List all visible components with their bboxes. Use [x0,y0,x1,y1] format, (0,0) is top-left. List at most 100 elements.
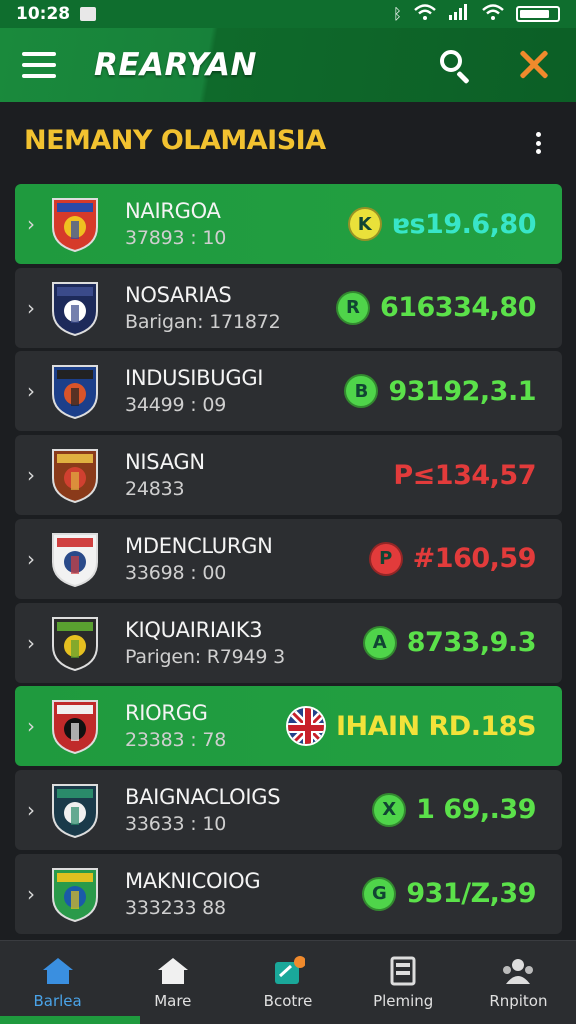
signal-icon [448,4,470,24]
team-info: RIORGG 23383 : 78 [125,701,226,751]
nav-item-rnpiton[interactable]: Rnpiton [461,941,576,1024]
team-name: RIORGG [125,701,208,726]
team-row[interactable]: › KIQUAIRIAIK3 Parigen: R7949 3 A 8733,9.3 [15,602,562,683]
chevron-right-icon: › [27,881,35,906]
team-amount: 616334,80 [379,292,537,324]
team-value: B 93192,3.1 [344,351,536,431]
currency-badge: R [335,290,370,325]
chevron-right-icon: › [27,546,35,571]
nav-indicator [0,1016,140,1024]
team-crest-icon [49,865,101,923]
nav-item-mare[interactable]: Mare [115,941,230,1024]
nav-item-bcotre[interactable]: Bcotre [230,941,345,1024]
team-crest-icon [49,195,101,253]
team-row[interactable]: › INDUSIBUGGI 34499 : 09 B 93192,3.1 [15,351,562,432]
currency-badge: G [362,876,397,911]
team-subtitle: 333233 88 [125,896,226,919]
team-info: MAKNICOIOG 333233 88 [125,868,261,919]
team-subtitle: 24833 [125,478,185,501]
status-time: 10:28 [16,4,71,24]
team-name: BAIGNACLOIGS [125,784,281,809]
team-value: A 8733,9.3 [362,603,537,683]
team-name: NAIRGOA [125,199,221,223]
uk-flag-icon [285,706,326,747]
team-crest-icon [49,697,101,755]
team-value: Kɐs19.6,80 [347,184,537,264]
currency-badge: A [362,625,397,660]
bottom-nav: Barlea Mare Bcotre Pleming Rnpiton [0,940,576,1024]
team-info: KIQUAIRIAIK3 Parigen: R7949 3 [125,618,285,668]
team-row[interactable]: › NISAGN 24833 P≤134,57 [15,435,562,516]
team-row[interactable]: › MDENCLURGN 33698 : 00 P #160,59 [15,518,562,599]
app-title: REARYAN [94,47,257,83]
nav-label: Mare [154,991,192,1010]
team-row[interactable]: › NAIRGOA 37893 : 10 Kɐs19.6,80 [15,184,562,264]
team-value: R 616334,80 [335,268,537,348]
battery-level [520,10,549,18]
status-bar: 10:28 ᛒ [0,0,576,28]
team-info: INDUSIBUGGI 34499 : 09 [125,366,263,416]
team-name: MAKNICOIOG [125,868,261,893]
nav-label: Pleming [373,991,434,1010]
team-info: BAIGNACLOIGS 33633 : 10 [125,784,281,835]
team-row[interactable]: › MAKNICOIOG 333233 88 G 931/Z,39 [15,853,562,934]
chevron-right-icon: › [27,463,35,488]
team-subtitle: 33633 : 10 [125,812,227,835]
chevron-right-icon: › [27,212,35,236]
team-row[interactable]: › NOSARIAS Barigan: 171872 R 616334,80 [15,267,562,348]
printer-icon [386,956,420,986]
score-icon [271,955,306,986]
nav-label: Barlea [33,991,82,1010]
team-subtitle: 34499 : 09 [125,394,227,417]
wifi-icon [414,4,436,24]
chevron-right-icon: › [27,797,35,822]
team-name: KIQUAIRIAIK3 [125,617,263,642]
team-crest-icon [49,781,101,839]
team-subtitle: 23383 : 78 [125,729,227,752]
team-amount: 93192,3.1 [388,375,536,407]
chevron-right-icon: › [27,630,35,655]
team-value: X 1 69,.39 [372,770,536,850]
team-subtitle: Barigan: 171872 [125,310,281,333]
chevron-right-icon: › [27,714,35,739]
users-icon [501,956,535,986]
status-icons: ᛒ [393,4,560,24]
currency-badge: X [372,792,407,827]
team-amount: 1 69,.39 [416,794,536,826]
close-icon[interactable] [518,49,550,81]
nav-item-barlea[interactable]: Barlea [0,941,115,1024]
team-value: P #160,59 [368,519,537,599]
chevron-right-icon: › [27,295,35,320]
team-name: INDUSIBUGGI [125,366,264,391]
team-info: NAIRGOA 37893 : 10 [125,199,226,249]
search-icon[interactable] [438,48,472,85]
team-info: NOSARIAS Barigan: 171872 [125,283,281,333]
team-name: MDENCLURGN [125,533,273,558]
home-filled-icon [41,956,75,986]
team-row[interactable]: › BAIGNACLOIGS 33633 : 10 X 1 69,.39 [15,769,562,850]
more-options-icon[interactable] [534,132,542,154]
team-crest-icon [49,362,101,420]
currency-badge: K [347,207,382,241]
team-amount: 8733,9.3 [406,627,537,658]
team-value: IHAIN RD.18S [285,686,537,766]
wifi-icon-2 [482,4,504,24]
team-row[interactable]: › RIORGG 23383 : 78 IHAIN RD.18S [15,686,562,767]
team-amount: IHAIN RD.18S [335,710,537,742]
menu-icon[interactable] [22,52,56,78]
currency-badge: B [344,374,379,409]
team-info: NISAGN 24833 [125,450,205,500]
app-screen: 10:28 ᛒ REARYAN NEMANY OLAMAISIA › NAIRG… [0,0,576,1024]
team-crest-icon [49,614,101,672]
team-amount: #160,59 [412,543,537,575]
app-header: REARYAN [0,28,576,102]
team-name: NOSARIAS [125,282,232,307]
team-subtitle: 37893 : 10 [125,227,227,249]
battery-icon [516,6,560,22]
nav-item-pleming[interactable]: Pleming [346,941,461,1024]
team-crest-icon [49,530,101,588]
team-amount: ɐs19.6,80 [391,208,537,240]
team-subtitle: 33698 : 00 [125,561,227,584]
team-subtitle: Parigen: R7949 3 [125,645,286,668]
team-info: MDENCLURGN 33698 : 00 [125,534,273,584]
